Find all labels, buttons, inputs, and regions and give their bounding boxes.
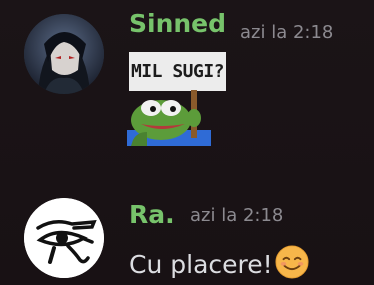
- author-name[interactable]: Sinned: [129, 9, 226, 39]
- message-sinned: Sinned azi la 2:18 MIL SUGI?: [0, 0, 374, 160]
- sticker-sign-text: MIL SUGI?: [130, 61, 225, 82]
- eye-of-horus-icon: [24, 198, 104, 278]
- avatar-sinned[interactable]: [24, 14, 104, 94]
- pepe-sticker-icon[interactable]: [127, 90, 211, 146]
- message-text: Cu placere!: [129, 245, 309, 282]
- avatar-image: [24, 14, 104, 94]
- author-name[interactable]: Ra.: [129, 200, 175, 230]
- avatar-ra[interactable]: [24, 198, 104, 278]
- message-text-content: Cu placere!: [129, 250, 273, 279]
- timestamp: azi la 2:18: [240, 22, 334, 43]
- chat-view: Sinned azi la 2:18 MIL SUGI? Ra. azi la …: [0, 0, 374, 285]
- timestamp: azi la 2:18: [190, 205, 284, 226]
- sticker-sign: MIL SUGI?: [129, 52, 226, 91]
- smiling-face-emoji-icon: [275, 245, 309, 279]
